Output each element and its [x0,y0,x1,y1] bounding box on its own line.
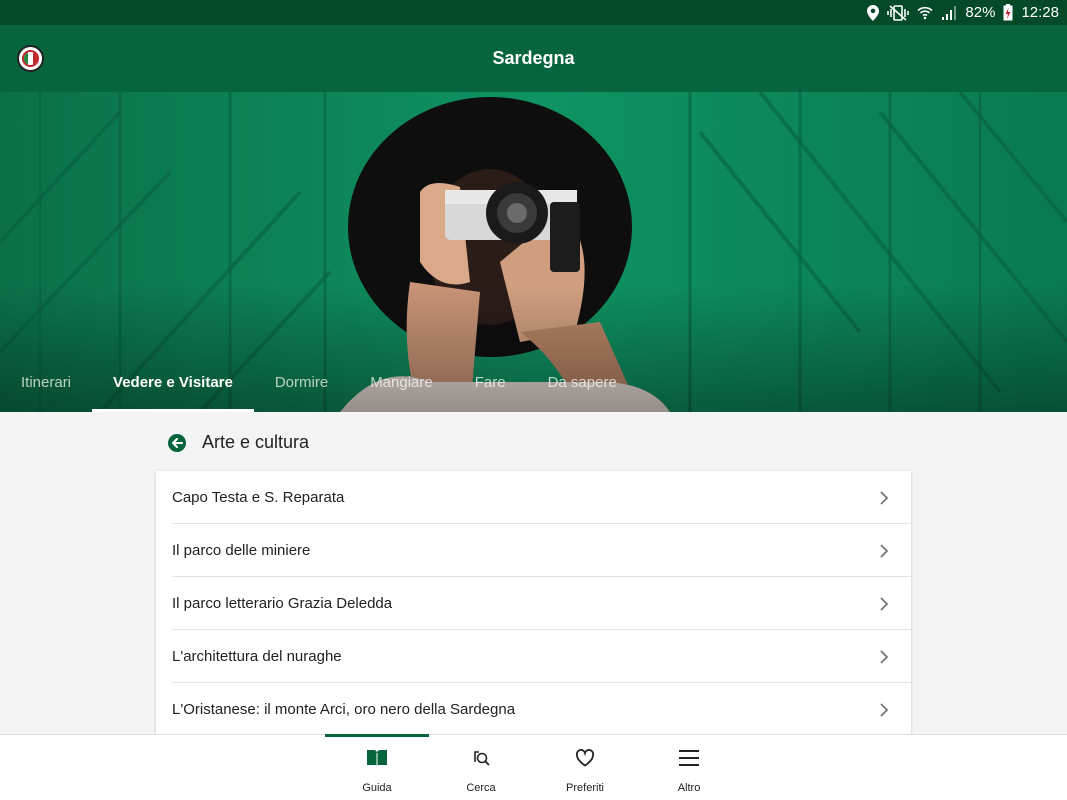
nav-altro[interactable]: Altro [637,735,741,800]
chevron-right-icon [880,543,889,558]
nav-label: Cerca [466,782,496,794]
list-item[interactable]: L'architettura del nuraghe [156,630,911,683]
tab-dormire[interactable]: Dormire [254,352,349,412]
app-bar: Sardegna [0,25,1067,92]
status-bar: 82% 12:28 [0,0,1067,25]
chevron-right-icon [880,596,889,611]
bottom-navigation: Guida Cerca Preferiti Altro [0,734,1067,800]
battery-percent: 82% [965,4,996,21]
list-item[interactable]: Il parco delle miniere [156,524,911,577]
list-item-label: Il parco delle miniere [172,542,311,559]
list-item-label: Capo Testa e S. Reparata [172,489,345,506]
hero-image: Itinerari Vedere e Visitare Dormire Mang… [0,92,1067,412]
section-header: Arte e cultura [168,432,309,453]
vibrate-icon [887,4,910,21]
list-item[interactable]: L'Oristanese: il monte Arci, oro nero de… [156,683,911,736]
app-title: Sardegna [492,48,575,68]
location-icon [867,4,880,21]
wifi-icon [917,5,933,21]
tab-vedere-e-visitare[interactable]: Vedere e Visitare [92,352,254,412]
battery-icon [1003,4,1013,21]
nav-label: Altro [677,782,701,794]
list-item-label: L'architettura del nuraghe [172,648,342,665]
section-title: Arte e cultura [202,432,310,452]
tab-da-sapere[interactable]: Da sapere [527,352,638,412]
tab-fare[interactable]: Fare [454,352,527,412]
list-item-label: Il parco letterario Grazia Deledda [172,595,393,612]
heart-icon [575,747,595,769]
list-item[interactable]: Capo Testa e S. Reparata [156,471,911,524]
tab-mangiare[interactable]: Mangiare [349,352,454,412]
nav-label: Preferiti [566,782,604,794]
nav-cerca[interactable]: Cerca [429,735,533,800]
search-icon [471,747,491,769]
chevron-right-icon [880,649,889,664]
menu-icon [678,747,700,769]
category-tabs: Itinerari Vedere e Visitare Dormire Mang… [0,352,1067,412]
list-item[interactable]: Il parco letterario Grazia Deledda [156,577,911,630]
book-icon [366,747,388,769]
nav-preferiti[interactable]: Preferiti [533,735,637,800]
chevron-right-icon [880,490,889,505]
topic-list: Capo Testa e S. Reparata Il parco delle … [156,471,911,736]
tab-itinerari[interactable]: Itinerari [0,352,92,412]
back-arrow-icon[interactable] [168,433,186,452]
chevron-right-icon [880,702,889,717]
nav-label: Guida [362,782,392,794]
signal-icon [941,5,957,21]
list-item-label: L'Oristanese: il monte Arci, oro nero de… [172,701,516,718]
clock: 12:28 [1021,4,1059,21]
nav-guida[interactable]: Guida [325,734,429,800]
